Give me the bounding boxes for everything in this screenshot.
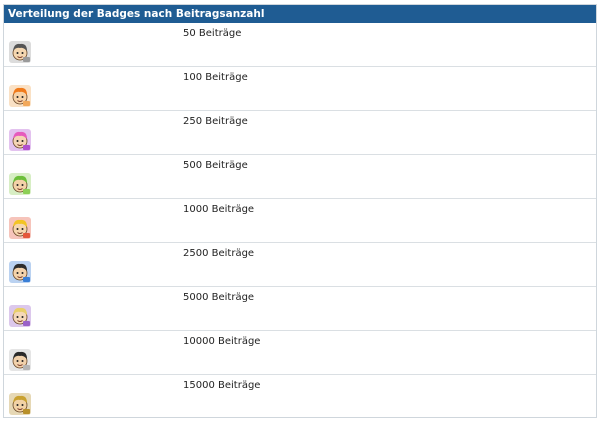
badge-threshold-label: 1000 Beiträge (183, 204, 255, 215)
badge-threshold-label: 50 Beiträge (183, 28, 242, 39)
badge-avatar-gray-icon (8, 40, 32, 64)
badge-threshold-label: 2500 Beiträge (183, 248, 255, 259)
badge-avatar-green-icon (8, 172, 32, 196)
badge-threshold-label: 500 Beiträge (183, 160, 248, 171)
badge-threshold-label: 10000 Beiträge (183, 336, 261, 347)
table-header: Verteilung der Badges nach Beitragsanzah… (4, 5, 596, 23)
badge-threshold-label: 100 Beiträge (183, 72, 248, 83)
table-row: 100 Beiträge (4, 67, 596, 111)
table-body: 50 Beiträge 100 Beiträge 250 Beiträge 500 B… (4, 23, 596, 417)
badge-threshold-label: 15000 Beiträge (183, 380, 261, 391)
badge-threshold-label: 5000 Beiträge (183, 292, 255, 303)
table-row: 5000 Beiträge (4, 287, 596, 331)
table-row: 2500 Beiträge (4, 243, 596, 287)
badge-avatar-orange-icon (8, 84, 32, 108)
badge-avatar-pink-icon (8, 128, 32, 152)
badge-threshold-label: 250 Beiträge (183, 116, 248, 127)
badge-avatar-blue-icon (8, 260, 32, 284)
badge-avatar-yellow-icon (8, 216, 32, 240)
table-row: 15000 Beiträge (4, 375, 596, 419)
table-row: 50 Beiträge (4, 23, 596, 67)
table-row: 250 Beiträge (4, 111, 596, 155)
badge-avatar-gold-icon (8, 392, 32, 416)
table-row: 1000 Beiträge (4, 199, 596, 243)
table-row: 500 Beiträge (4, 155, 596, 199)
badges-table: Verteilung der Badges nach Beitragsanzah… (3, 4, 597, 418)
badge-avatar-purple-icon (8, 304, 32, 328)
badge-avatar-silver-icon (8, 348, 32, 372)
table-row: 10000 Beiträge (4, 331, 596, 375)
